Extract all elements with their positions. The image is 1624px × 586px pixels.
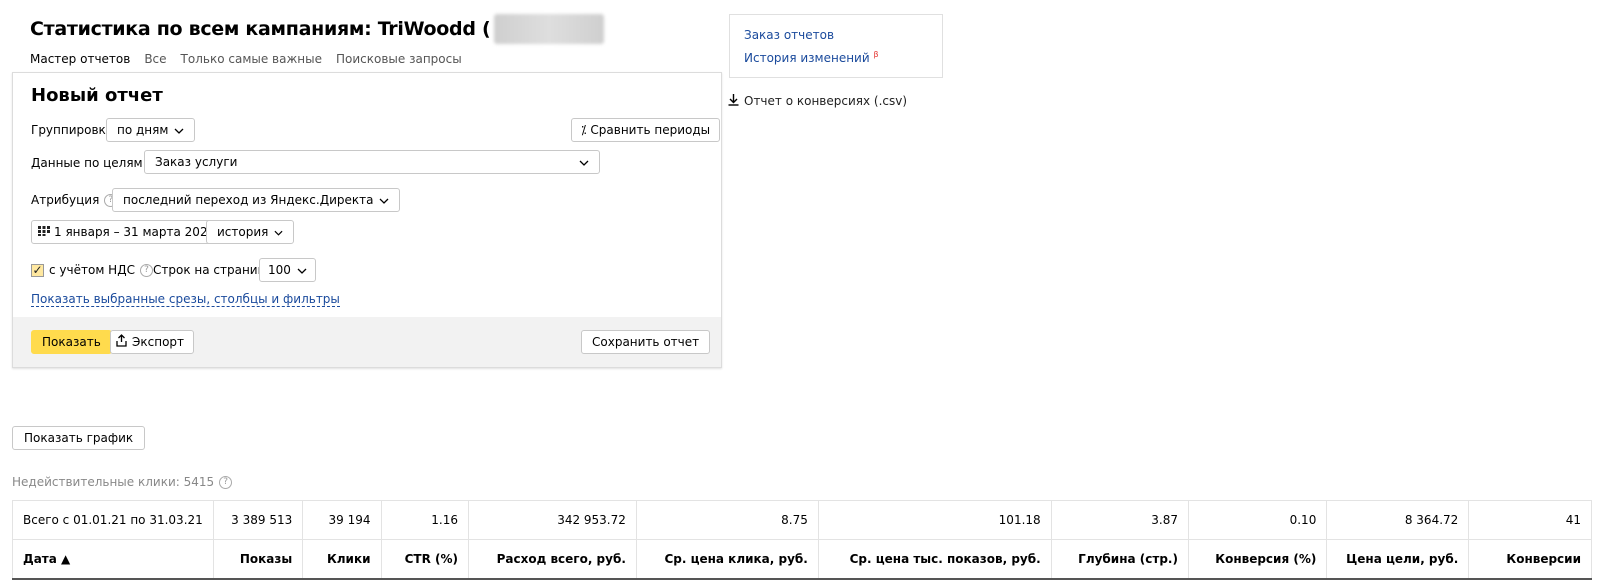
tab-most-important[interactable]: Только самые важные [181, 52, 322, 74]
compare-periods-icon: ⁒ [581, 123, 587, 137]
date-range-picker[interactable]: 1 января – 31 марта 2021 [31, 220, 225, 244]
download-icon [728, 93, 739, 109]
tab-search-queries[interactable]: Поисковые запросы [336, 52, 462, 74]
grouping-select[interactable]: по дням [106, 118, 196, 142]
total-cell: 3 389 513 [212, 500, 304, 540]
goals-select[interactable]: Заказ услуги [144, 150, 600, 174]
total-cell: 101.18 [817, 500, 1052, 540]
total-cell: 39 194 [302, 500, 382, 540]
change-history-link[interactable]: История изменений β [744, 50, 879, 65]
calendar-icon [38, 225, 50, 239]
stats-table: Всего с 01.01.21 по 31.03.21 3 389 513 3… [12, 500, 1592, 580]
attribution-select-value: последний переход из Яндекс.Директа [123, 193, 374, 207]
show-button[interactable]: Показать [31, 330, 112, 354]
total-cell: 0.10 [1187, 500, 1328, 540]
vat-row: ✓ с учётом НДС ? [31, 263, 153, 277]
chevron-down-icon [174, 124, 184, 137]
question-circle-icon[interactable]: ? [139, 263, 153, 277]
column-header-date[interactable]: Дата ▲ [12, 539, 214, 580]
save-report-button[interactable]: Сохранить отчет [581, 330, 711, 354]
invalid-clicks-row: Недействительные клики: 5415 ? [12, 475, 233, 489]
total-cell: 3.87 [1050, 500, 1189, 540]
grouping-label: Группировка [31, 123, 114, 137]
compare-periods-button[interactable]: ⁒ Сравнить периоды [571, 118, 721, 142]
side-links-box: Заказ отчетов История изменений β [729, 14, 943, 78]
column-header-ctr[interactable]: CTR (%) [380, 539, 469, 580]
beta-badge: β [873, 50, 879, 59]
rows-per-page-label: Строк на странице [153, 263, 274, 277]
total-cell: 342 953.72 [467, 500, 637, 540]
column-header-depth[interactable]: Глубина (стр.) [1050, 539, 1189, 580]
chevron-down-icon [274, 226, 283, 239]
conversions-csv-link[interactable]: Отчет о конверсиях (.csv) [728, 93, 907, 109]
question-circle-icon[interactable]: ? [219, 475, 233, 489]
history-select-value: история [217, 225, 269, 239]
page-title-text: Статистика по всем кампаниям: TriWoodd ( [30, 18, 491, 40]
upload-icon [116, 334, 127, 350]
vat-checkbox[interactable]: ✓ [31, 263, 44, 277]
history-select[interactable]: история [206, 220, 295, 244]
goals-label-row: Данные по целям ? [31, 156, 161, 170]
conversions-csv-label: Отчет о конверсиях (.csv) [744, 94, 908, 108]
date-range-value: 1 января – 31 марта 2021 [54, 225, 216, 239]
total-cell: 8 364.72 [1326, 500, 1470, 540]
page-title: Статистика по всем кампаниям: TriWoodd ( [30, 14, 605, 44]
show-selected-row: Показать выбранные срезы, столбцы и филь… [31, 292, 340, 307]
column-header-clicks[interactable]: Клики [302, 539, 382, 580]
report-tabs: Мастер отчетов Все Только самые важные П… [30, 52, 462, 74]
column-header-goal-cost[interactable]: Цена цели, руб. [1326, 539, 1470, 580]
table-header-row: Дата ▲ Показы Клики CTR (%) Расход всего… [12, 539, 1592, 580]
total-cell: Всего с 01.01.21 по 31.03.21 [12, 500, 214, 540]
redacted-login-mask [494, 14, 605, 44]
attribution-select[interactable]: последний переход из Яндекс.Директа [112, 188, 401, 212]
compare-periods-label: Сравнить периоды [590, 123, 711, 137]
total-cell: 41 [1468, 500, 1592, 540]
column-header-conversions[interactable]: Конверсии [1468, 539, 1592, 580]
report-title: Новый отчет [31, 85, 163, 106]
chevron-down-icon [379, 194, 389, 207]
goals-label: Данные по целям [31, 156, 143, 170]
column-header-avg-cpc[interactable]: Ср. цена клика, руб. [635, 539, 819, 580]
column-header-conversion-rate[interactable]: Конверсия (%) [1187, 539, 1328, 580]
column-header-avg-cpm[interactable]: Ср. цена тыс. показов, руб. [817, 539, 1052, 580]
invalid-clicks-text: Недействительные клики: 5415 [12, 475, 215, 489]
rows-per-page-select[interactable]: 100 [259, 258, 316, 282]
attribution-label: Атрибуция [31, 193, 100, 207]
export-button[interactable]: Экспорт [110, 330, 195, 354]
grouping-select-value: по дням [117, 123, 169, 137]
show-chart-button[interactable]: Показать график [12, 426, 146, 450]
export-button-label: Экспорт [132, 335, 185, 349]
change-history-label: История изменений [744, 51, 870, 65]
total-cell: 8.75 [635, 500, 819, 540]
order-reports-link[interactable]: Заказ отчетов [744, 28, 834, 42]
goals-select-value: Заказ услуги [155, 155, 238, 169]
chevron-down-icon [297, 264, 307, 277]
totals-row: Всего с 01.01.21 по 31.03.21 3 389 513 3… [12, 500, 1592, 540]
column-header-impressions[interactable]: Показы [212, 539, 304, 580]
show-selected-filters-link[interactable]: Показать выбранные срезы, столбцы и филь… [31, 292, 340, 307]
attribution-label-row: Атрибуция ? [31, 193, 118, 207]
rows-per-page-value: 100 [268, 263, 291, 277]
chevron-down-icon [579, 156, 589, 169]
report-panel: Новый отчет Группировка по дням ⁒ Сравни… [12, 72, 722, 368]
tab-report-master[interactable]: Мастер отчетов [30, 52, 131, 74]
total-cell: 1.16 [380, 500, 469, 540]
tab-all[interactable]: Все [144, 52, 166, 74]
vat-label: с учётом НДС [49, 263, 135, 277]
column-header-spend[interactable]: Расход всего, руб. [467, 539, 637, 580]
report-panel-footer: Показать Экспорт Сохранить отчет [13, 317, 721, 367]
